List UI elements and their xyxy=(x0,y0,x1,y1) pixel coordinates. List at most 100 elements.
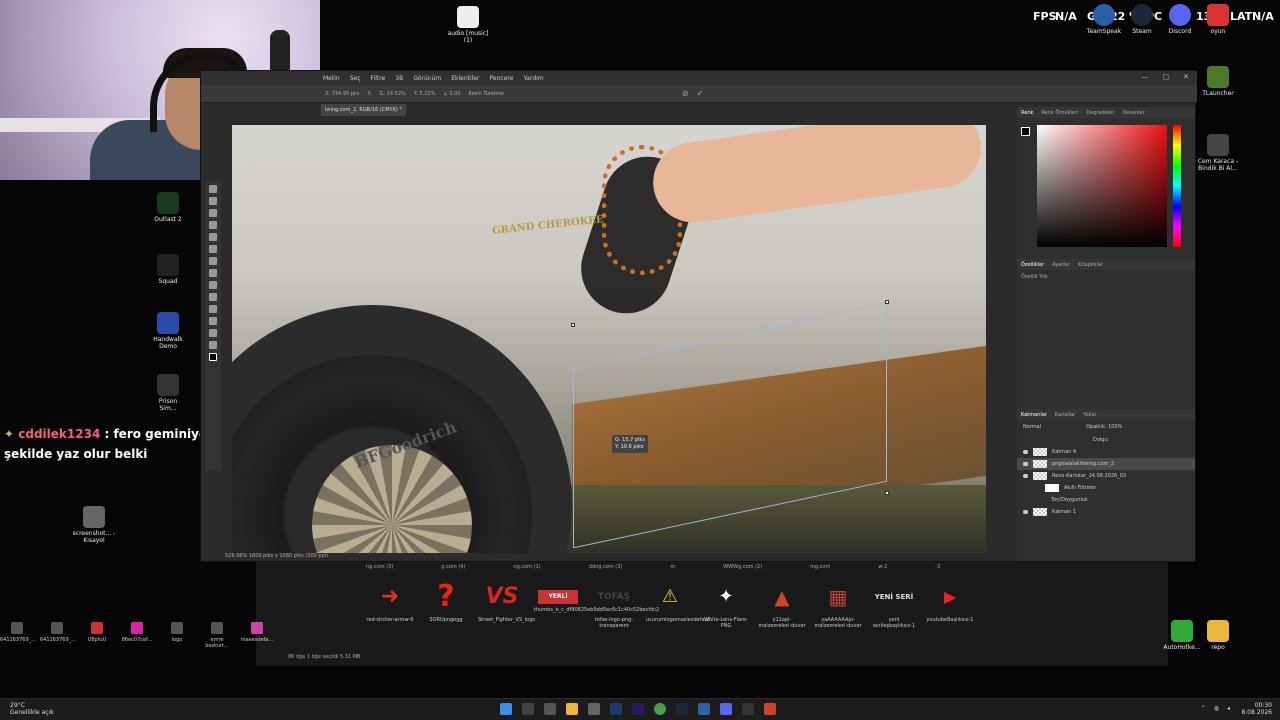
menu-item[interactable]: Seç xyxy=(350,75,361,82)
discord-shortcut[interactable]: Discord xyxy=(1160,4,1200,35)
tab-paths[interactable]: Yollar xyxy=(1083,412,1096,418)
app-icon[interactable] xyxy=(764,703,776,715)
file-item[interactable]: VS Street_Fighter_VS_logo xyxy=(478,580,535,629)
blend-mode-select[interactable]: Normal xyxy=(1023,424,1041,430)
network-icon[interactable]: ◍ xyxy=(1214,705,1219,712)
color-field[interactable] xyxy=(1037,125,1167,247)
chevron-up-icon[interactable]: ⌃ xyxy=(1201,705,1206,712)
desktop-icon-outlast[interactable]: Outlast 2 xyxy=(152,192,184,223)
file-label[interactable]: ng.com (3) xyxy=(366,564,393,570)
file-item[interactable]: ⚠ ucurumlogomasiesdefault xyxy=(646,580,711,629)
transform-handle[interactable] xyxy=(885,491,889,495)
file-item[interactable]: ▲ y11api-malzemeleri-duvar xyxy=(758,580,806,629)
close-button[interactable]: ✕ xyxy=(1183,73,1189,81)
desktop-icon-handwalk[interactable]: Handwalk Demo xyxy=(152,312,184,350)
move-tool-icon[interactable] xyxy=(209,185,217,193)
menu-item[interactable]: Eklentiler xyxy=(451,75,479,82)
tab-libraries[interactable]: Kitaplıklar xyxy=(1078,262,1103,268)
maximize-button[interactable]: ▢ xyxy=(1163,73,1170,81)
desktop-file[interactable]: 86ec07cef... xyxy=(120,622,154,649)
desktop-icon-cem-karaca[interactable]: Cem Karaca - Bindik Bi Al... xyxy=(1196,134,1240,172)
desktop-icon-repo[interactable]: repo xyxy=(1196,620,1240,651)
option-angle[interactable]: ∠ 0.00 xyxy=(443,91,460,97)
steam-icon[interactable] xyxy=(676,703,688,715)
shape-tool-icon[interactable] xyxy=(209,317,217,325)
file-item[interactable]: ? SORUpngegg xyxy=(422,580,470,629)
tab-gradients[interactable]: Degradeler xyxy=(1086,110,1114,116)
crop-tool-icon[interactable] xyxy=(209,221,217,229)
tab-adjustments[interactable]: Ayarlar xyxy=(1052,262,1070,268)
tab-layers[interactable]: Katmanlar xyxy=(1021,412,1047,418)
file-label[interactable]: ddng.com (3) xyxy=(589,564,623,570)
app-icon[interactable] xyxy=(742,703,754,715)
document-tab[interactable]: lwing.com_2, RGB/16 (CMYK) * xyxy=(321,104,406,116)
text-tool-icon[interactable] xyxy=(209,305,217,313)
option-w[interactable]: G: 14.52% xyxy=(380,91,406,97)
layer-row[interactable]: Revo-Kariatar_24.08.2026_03 xyxy=(1017,470,1195,482)
steam-shortcut[interactable]: Steam xyxy=(1122,4,1162,35)
premiere-icon[interactable] xyxy=(632,703,644,715)
fill-field[interactable]: Dolgu: xyxy=(1093,437,1109,443)
opacity-field[interactable]: Opaklık: 100% xyxy=(1086,424,1122,430)
file-item[interactable]: YERLİ thumbs_b_c_df90825eb9dd5ec6c1c40c52… xyxy=(534,580,659,629)
teamspeak-icon[interactable] xyxy=(698,703,710,715)
file-item[interactable]: ➜ red-sticker-arrow-6 xyxy=(366,580,414,629)
pen-tool-icon[interactable] xyxy=(209,293,217,301)
transform-handle[interactable] xyxy=(885,300,889,304)
file-label[interactable]: ng.com (1) xyxy=(513,564,540,570)
visibility-eye-icon[interactable] xyxy=(1023,450,1028,454)
clock[interactable]: 00:30 8.08.2026 xyxy=(1241,702,1272,716)
layer-row[interactable]: Akıllı Filtreler xyxy=(1017,482,1195,494)
menu-item[interactable]: 3B xyxy=(395,75,403,82)
gradient-tool-icon[interactable] xyxy=(209,281,217,289)
tab-color[interactable]: Renk xyxy=(1021,110,1033,116)
volume-icon[interactable]: ◂ xyxy=(1227,705,1230,712)
desktop-icon-screenshot[interactable]: screenshot... - Kısayol xyxy=(72,506,116,544)
color-swatch-icon[interactable] xyxy=(209,353,217,361)
desktop-file[interactable]: logo xyxy=(160,622,194,649)
desktop-icon-prison[interactable]: Prison Sim... xyxy=(152,374,184,412)
oyun-shortcut[interactable]: oyun xyxy=(1198,4,1238,35)
zoom-tool-icon[interactable] xyxy=(209,341,217,349)
hue-slider[interactable] xyxy=(1173,125,1181,247)
file-item[interactable]: ▦ yaAAAAAApi-malzemeleri-duvar xyxy=(814,580,862,629)
layer-row[interactable]: Ton/Doygunluk xyxy=(1017,494,1195,506)
desktop-file[interactable]: 641163769_... xyxy=(40,622,76,649)
tab-channels[interactable]: Kanallar xyxy=(1055,412,1075,418)
menu-item[interactable]: Yardım xyxy=(523,75,543,82)
visibility-eye-icon[interactable] xyxy=(1023,474,1028,478)
file-label[interactable]: ing.com xyxy=(810,564,830,570)
document-canvas[interactable]: GRAND CHEROKEE BFGoodrich G: 15.7 piks Y… xyxy=(232,125,986,553)
app-icon[interactable] xyxy=(588,703,600,715)
transform-handle[interactable] xyxy=(571,323,575,327)
photoshop-icon[interactable] xyxy=(610,703,622,715)
discord-icon[interactable] xyxy=(720,703,732,715)
option-h[interactable]: Y: 5.22% xyxy=(414,91,436,97)
desktop-icon-audio[interactable]: audio [music] (1) xyxy=(446,6,490,44)
file-label[interactable]: g.com (4) xyxy=(441,564,465,570)
task-view-icon[interactable] xyxy=(544,703,556,715)
tab-patterns[interactable]: Desenler xyxy=(1122,110,1144,116)
visibility-eye-icon[interactable] xyxy=(1023,462,1028,466)
layer-row[interactable]: Katman 1 xyxy=(1017,506,1195,518)
file-label[interactable]: WWWg.com (2) xyxy=(723,564,762,570)
windows-start-icon[interactable] xyxy=(500,703,512,715)
desktop-file[interactable]: emre bozkurt... xyxy=(200,622,234,649)
file-label[interactable]: -3 xyxy=(935,564,940,570)
eyedropper-tool-icon[interactable] xyxy=(209,233,217,241)
file-item[interactable]: TOFAŞ tofas-logo-png-transparent xyxy=(590,580,638,630)
search-icon[interactable] xyxy=(522,703,534,715)
teamspeak-shortcut[interactable]: TeamSpeak xyxy=(1084,4,1124,35)
file-item[interactable]: YENİ SERİ yeni serileşbaşlıksız-1 xyxy=(870,580,918,630)
option-x[interactable]: X: 734.95 pks xyxy=(325,91,359,97)
layer-row-selected[interactable]: pngdalalaklitwing.com_2 xyxy=(1017,458,1195,470)
eraser-tool-icon[interactable] xyxy=(209,269,217,277)
visibility-eye-icon[interactable] xyxy=(1023,510,1028,514)
minimize-button[interactable]: — xyxy=(1142,73,1149,81)
lasso-tool-icon[interactable] xyxy=(209,209,217,217)
desktop-file[interactable]: U8pfuU xyxy=(80,622,114,649)
menu-item[interactable]: Metin xyxy=(323,75,340,82)
desktop-icon-tlauncher[interactable]: TLauncher xyxy=(1196,66,1240,97)
file-explorer-icon[interactable] xyxy=(566,703,578,715)
weather-widget[interactable]: 29°C Genellikle açık xyxy=(10,702,54,716)
